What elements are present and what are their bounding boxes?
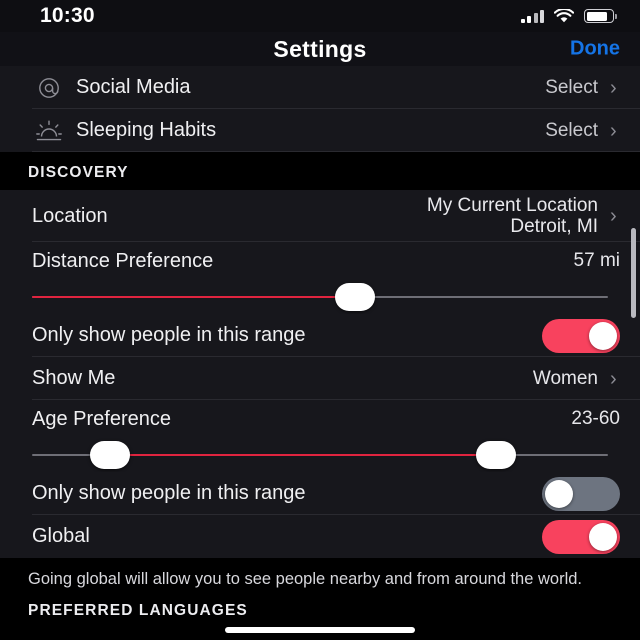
toggle-distance-range[interactable] (542, 318, 620, 353)
row-label: Show Me (32, 367, 116, 389)
toggle-knob (545, 479, 573, 508)
age-range-slider[interactable] (0, 438, 640, 472)
slider-track[interactable] (32, 283, 608, 311)
home-indicator-area (0, 618, 640, 640)
slider-track[interactable] (32, 441, 608, 469)
row-value: Select (545, 119, 598, 141)
row-label: Age Preference (32, 407, 171, 430)
chevron-right-icon: › (610, 119, 617, 142)
row-social-media[interactable]: Social Media Select › (0, 66, 640, 109)
row-value: My Current Location Detroit, MI (427, 195, 598, 238)
row-show-me[interactable]: Show Me Women › (0, 357, 640, 400)
battery-icon (584, 9, 617, 23)
slider-fill (32, 296, 355, 298)
location-primary: My Current Location (426, 194, 598, 216)
age-value: 23-60 (571, 408, 620, 429)
section-header-discovery: DISCOVERY (0, 152, 640, 190)
row-value: Women (532, 367, 598, 389)
row-label: Only show people in this range (32, 324, 306, 346)
location-secondary: Detroit, MI (510, 216, 598, 237)
page-title: Settings (273, 35, 367, 62)
chevron-right-icon: › (610, 205, 617, 227)
row-label: Only show people in this range (32, 482, 306, 504)
slider-thumb[interactable] (334, 283, 375, 311)
toggle-knob (589, 522, 617, 551)
at-sign-icon (32, 76, 66, 100)
toggle-age-range[interactable] (542, 476, 620, 511)
signal-bars-icon (520, 9, 544, 23)
settings-screen: 10:30 Settings Done Social Media Select … (0, 0, 640, 640)
row-value: Select (545, 76, 598, 98)
row-age-range-toggle[interactable]: Only show people in this range (0, 472, 640, 515)
row-label: Global (32, 525, 90, 547)
distance-value: 57 mi (573, 250, 620, 271)
row-label: Social Media (76, 76, 191, 98)
status-time: 10:30 (40, 4, 95, 27)
toggle-global[interactable] (542, 519, 620, 554)
status-bar: 10:30 (0, 0, 640, 32)
sunrise-icon (32, 120, 66, 142)
settings-list[interactable]: Social Media Select › Sleeping Habits Se… (0, 66, 640, 640)
row-label: Location (32, 204, 108, 227)
done-button[interactable]: Done (570, 38, 620, 61)
chevron-right-icon: › (610, 76, 617, 99)
row-global[interactable]: Global (0, 515, 640, 558)
row-sleeping-habits[interactable]: Sleeping Habits Select › (0, 109, 640, 152)
toggle-knob (589, 321, 617, 350)
chevron-right-icon: › (610, 367, 617, 390)
home-indicator[interactable] (225, 627, 415, 633)
distance-slider[interactable] (0, 280, 640, 314)
row-distance-preference: Distance Preference 57 mi (0, 242, 640, 280)
status-indicators (520, 7, 617, 24)
slider-fill (109, 454, 496, 456)
nav-bar: Settings Done (0, 32, 640, 66)
row-age-preference: Age Preference 23-60 (0, 400, 640, 438)
wifi-icon (553, 7, 575, 24)
row-distance-range-toggle[interactable]: Only show people in this range (0, 314, 640, 357)
row-location[interactable]: Location My Current Location Detroit, MI… (0, 190, 640, 242)
section-footer-global: Going global will allow you to see peopl… (0, 558, 640, 597)
slider-thumb-min[interactable] (89, 441, 130, 469)
slider-thumb-max[interactable] (475, 441, 516, 469)
scrollbar[interactable] (631, 228, 636, 318)
row-label: Sleeping Habits (76, 119, 217, 141)
row-label: Distance Preference (32, 249, 214, 272)
